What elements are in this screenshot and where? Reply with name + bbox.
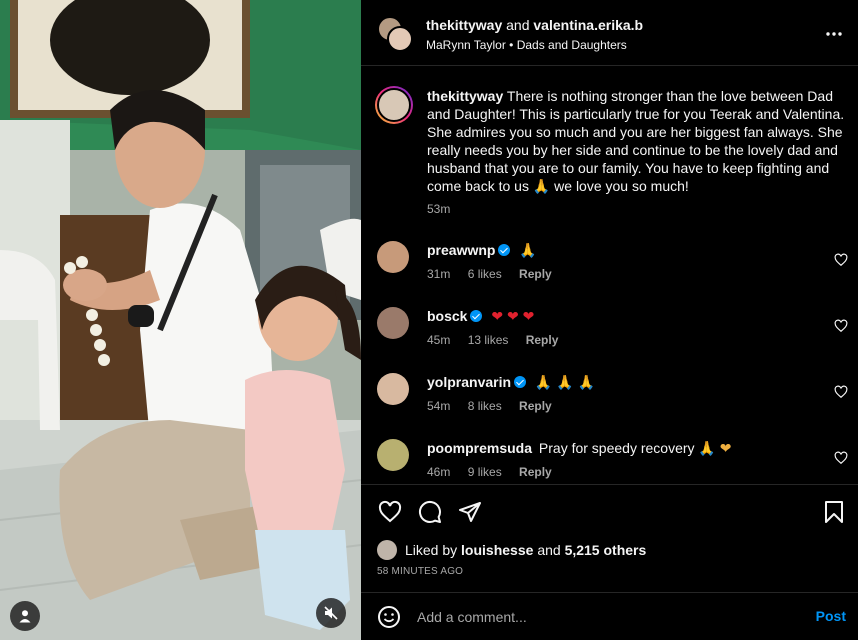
caption-timestamp: 53m [427,202,451,216]
caption-emoji: 🙏 [532,178,551,194]
muted-speaker-icon [324,606,338,620]
tagged-users-button[interactable] [10,601,40,631]
comment-item: preawwnp 🙏 31m 6 likes Reply [361,241,858,291]
video-frame [0,0,361,640]
comment-input[interactable] [417,605,787,629]
more-horizontal-icon [826,32,842,36]
comment-text: ❤ ❤ ❤ [491,308,535,324]
mute-button[interactable] [316,598,346,628]
post-details-panel: thekittyway and valentina.erika.b MaRynn… [361,0,858,640]
comment-time: 31m [427,267,451,281]
commenter-avatar[interactable] [377,307,409,339]
comment-text: Pray for speedy recovery [538,440,695,456]
comment-item: bosck ❤ ❤ ❤ 45m 13 likes Reply [361,307,858,357]
audio-info[interactable]: MaRynn Taylor • Dads and Daughters [426,38,627,52]
post-actions-bar [361,484,858,534]
reply-button[interactable]: Reply [519,267,552,281]
comment-like-heart-icon[interactable] [834,451,848,465]
reply-button[interactable]: Reply [519,399,552,413]
likes-prefix: Liked by [405,542,458,558]
comment-item: poompremsuda Pray for speedy recovery 🙏 … [361,439,858,489]
more-options-button[interactable] [824,24,844,44]
commenter-avatar[interactable] [377,439,409,471]
comment-likes[interactable]: 6 likes [468,267,502,281]
commenter-username[interactable]: bosck [427,308,467,324]
reply-button[interactable]: Reply [526,333,559,347]
authors-conjunction: and [506,17,530,33]
comment-time: 46m [427,465,451,479]
comment-text: 🙏 🙏 🙏 [534,374,595,390]
verified-badge-icon [514,376,527,388]
comment-emoji: 🙏 ❤ [698,440,732,456]
save-button[interactable] [821,499,847,525]
emoji-smiley-icon[interactable] [377,605,401,629]
user-tag-icon [19,610,31,623]
comment-item: yolpranvarin 🙏 🙏 🙏 54m 8 likes Reply [361,373,858,423]
verified-badge-icon [498,244,511,256]
commenter-username[interactable]: yolpranvarin [427,374,511,390]
comment-text: 🙏 [519,242,537,258]
reply-button[interactable]: Reply [519,465,552,479]
comment-like-heart-icon[interactable] [834,385,848,399]
post-caption: thekittyway There is nothing stronger th… [427,87,847,195]
author-link-2[interactable]: valentina.erika.b [533,17,643,33]
commenter-avatar[interactable] [377,241,409,273]
send-icon [459,502,481,522]
comment-time: 45m [427,333,451,347]
audio-separator: • [509,38,514,52]
heart-icon [378,500,402,523]
likes-summary: Liked by louishesse and 5,215 others [377,540,646,560]
liker-username[interactable]: louishesse [461,542,533,558]
caption-text-end: we love you so much! [554,178,689,194]
post-comment-button[interactable]: Post [816,608,846,624]
avatar-valentina [387,26,413,52]
commenter-username[interactable]: poompremsuda [427,440,532,456]
comment-time: 54m [427,399,451,413]
caption-avatar[interactable] [375,86,413,124]
comment-likes[interactable]: 13 likes [468,333,509,347]
commenter-avatar[interactable] [377,373,409,405]
add-comment-bar: Post [361,592,858,640]
liker-avatar[interactable] [377,540,397,560]
likes-count[interactable]: 5,215 others [565,542,647,558]
like-button[interactable] [377,499,403,525]
comment-icon [418,500,441,523]
collab-avatars[interactable] [377,16,413,52]
likes-and: and [537,542,561,558]
comment-likes[interactable]: 8 likes [468,399,502,413]
share-button[interactable] [457,499,483,525]
post-timestamp: 58 MINUTES AGO [377,566,464,577]
verified-badge-icon [470,310,483,322]
caption-username[interactable]: thekittyway [427,88,503,104]
bookmark-icon [825,501,843,523]
commenter-username[interactable]: preawwnp [427,242,495,258]
author-link-1[interactable]: thekittyway [426,17,502,33]
post-header: thekittyway and valentina.erika.b MaRynn… [361,0,858,66]
comment-button[interactable] [417,499,443,525]
comment-likes[interactable]: 9 likes [468,465,502,479]
audio-title: Dads and Daughters [516,38,627,52]
comment-like-heart-icon[interactable] [834,253,848,267]
post-media[interactable] [0,0,361,640]
audio-artist: MaRynn Taylor [426,38,506,52]
post-authors: thekittyway and valentina.erika.b [426,17,643,33]
comment-like-heart-icon[interactable] [834,319,848,333]
